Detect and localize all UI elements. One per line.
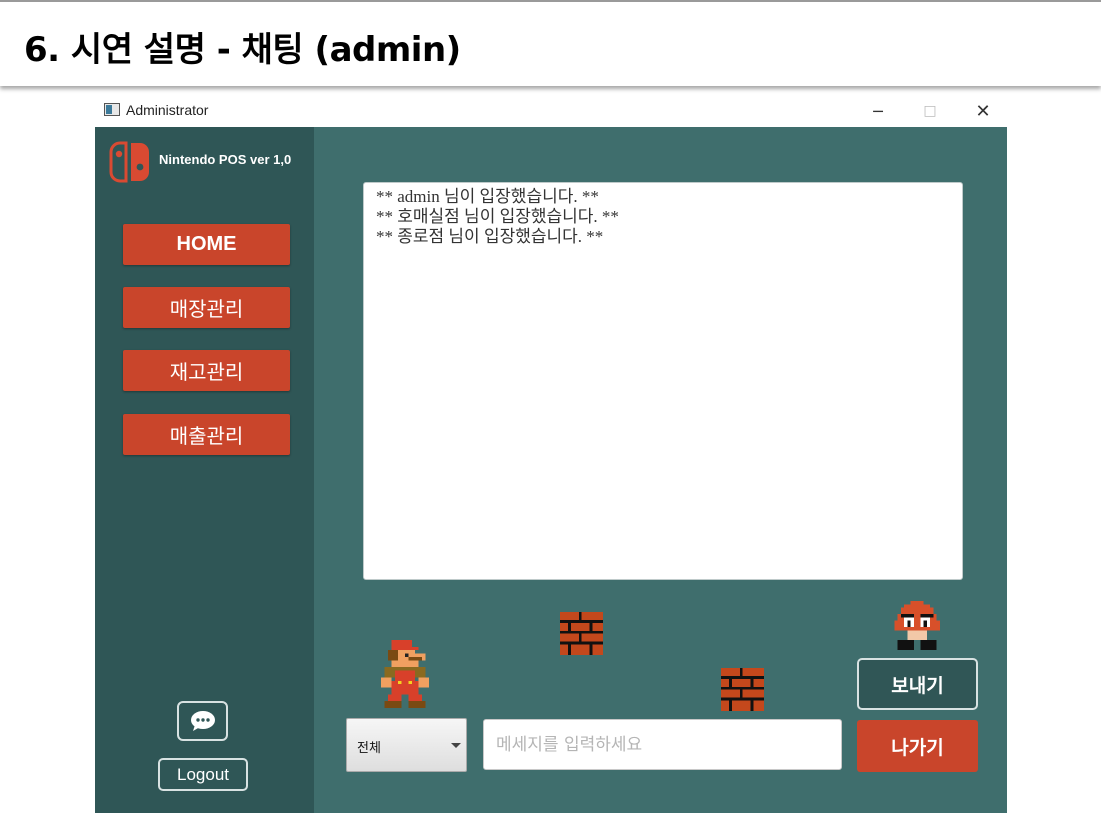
chevron-down-icon <box>451 743 461 748</box>
exit-button[interactable]: 나가기 <box>857 720 978 772</box>
brand-name: Nintendo POS ver 1,0 <box>159 152 292 167</box>
app-window-icon <box>104 103 120 116</box>
minimize-button[interactable]: ─ <box>855 97 901 125</box>
chat-panel: ** admin 님이 입장했습니다. ** ** 호매실점 님이 입장했습니다… <box>314 127 1007 813</box>
brick-block-icon <box>721 668 764 711</box>
brick-block-icon <box>560 612 603 655</box>
nav-store-management-button[interactable]: 매장관리 <box>123 287 290 328</box>
app-window: Administrator ─ □ ✕ Nintendo POS ver 1,0… <box>95 95 1007 813</box>
nintendo-switch-logo-icon <box>109 141 149 183</box>
recipient-select-value: 전체 <box>357 741 381 756</box>
goomba-sprite-icon <box>894 601 940 650</box>
nav-home-button[interactable]: HOME <box>123 224 290 265</box>
slide-title: 6. 시연 설명 - 채팅 (admin) <box>24 30 461 70</box>
message-input[interactable] <box>483 719 842 770</box>
mario-sprite-icon <box>381 640 429 708</box>
chat-log[interactable]: ** admin 님이 입장했습니다. ** ** 호매실점 님이 입장했습니다… <box>363 182 963 580</box>
maximize-button[interactable]: □ <box>907 97 953 125</box>
send-button[interactable]: 보내기 <box>857 658 978 710</box>
window-titlebar: Administrator ─ □ ✕ <box>95 95 1007 127</box>
chat-message: ** 호매실점 님이 입장했습니다. ** <box>376 207 619 226</box>
nav-inventory-management-button[interactable]: 재고관리 <box>123 350 290 391</box>
logout-button[interactable]: Logout <box>158 758 248 791</box>
chat-bubble-icon <box>190 711 215 731</box>
window-title: Administrator <box>126 102 209 118</box>
chat-message: ** admin 님이 입장했습니다. ** <box>376 187 599 206</box>
chat-message: ** 종로점 님이 입장했습니다. ** <box>376 227 604 246</box>
nav-sales-management-button[interactable]: 매출관리 <box>123 414 290 455</box>
chat-button[interactable] <box>177 701 228 741</box>
slide-header: 6. 시연 설명 - 채팅 (admin) <box>0 0 1101 86</box>
close-button[interactable]: ✕ <box>960 97 1006 125</box>
recipient-select[interactable]: 전체 <box>346 718 467 772</box>
sidebar: Nintendo POS ver 1,0 HOME 매장관리 재고관리 매출관리… <box>95 127 314 813</box>
